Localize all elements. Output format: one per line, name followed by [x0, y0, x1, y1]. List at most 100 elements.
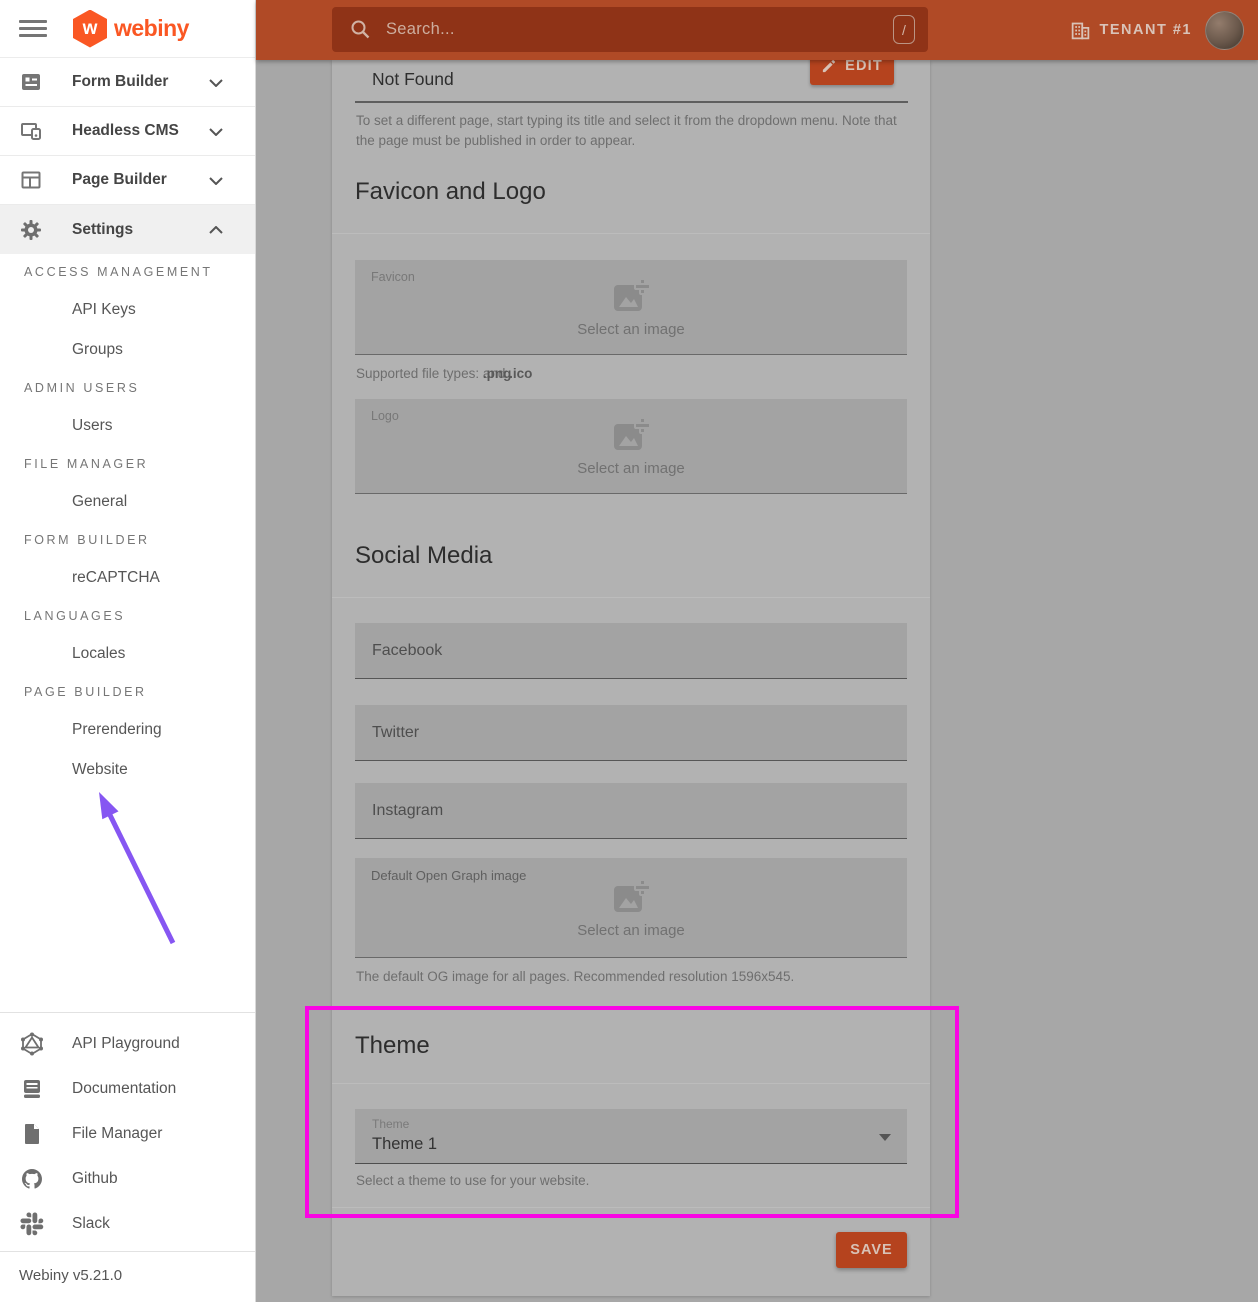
form-builder-icon: [19, 70, 43, 94]
add-image-icon: [611, 415, 651, 453]
sidebar-item-settings[interactable]: Settings: [0, 205, 255, 254]
section-title-theme: Theme: [355, 1032, 430, 1060]
topbar: Search... / TENANT #1: [256, 0, 1258, 60]
instagram-input[interactable]: Instagram: [355, 783, 907, 839]
theme-helper-text: Select a theme to use for your website.: [356, 1173, 589, 1188]
webiny-logo-text: webiny: [114, 15, 189, 42]
file-types-helper: Supported file types: .png and .ico .: [356, 366, 513, 381]
favicon-field-label: Favicon: [371, 270, 415, 284]
submenu-item-general[interactable]: General: [0, 482, 255, 522]
tenant-selector[interactable]: TENANT #1: [1070, 0, 1192, 60]
chevron-down-icon: [209, 128, 223, 136]
slack-icon: [19, 1212, 45, 1236]
github-icon: [19, 1167, 45, 1191]
app-version: Webiny v5.21.0: [0, 1252, 255, 1284]
sidebar-item-label: Slack: [72, 1215, 110, 1233]
page-builder-icon: [19, 168, 43, 192]
twitter-input[interactable]: Twitter: [355, 705, 907, 761]
not-found-helper-text: To set a different page, start typing it…: [356, 111, 902, 152]
sidebar-item-label: Github: [72, 1170, 118, 1188]
submenu-item-groups[interactable]: Groups: [0, 330, 255, 370]
submenu-section-access-management: ACCESS MANAGEMENT: [0, 254, 255, 290]
sidebar-item-file-manager[interactable]: File Manager: [0, 1111, 255, 1156]
file-icon: [19, 1122, 45, 1146]
add-image-icon: [611, 877, 651, 915]
sidebar-header: w webiny: [0, 0, 255, 58]
sidebar-item-slack[interactable]: Slack: [0, 1201, 255, 1246]
submenu-section-page-builder: PAGE BUILDER: [0, 674, 255, 710]
submenu-item-locales[interactable]: Locales: [0, 634, 255, 674]
favicon-image-dropzone[interactable]: Favicon Select an image: [355, 260, 907, 355]
submenu-item-api-keys[interactable]: API Keys: [0, 290, 255, 330]
app-window: w webiny Form Builder Headless CM: [0, 0, 1258, 1302]
headless-cms-icon: [19, 119, 43, 143]
theme-select-label: Theme: [372, 1117, 409, 1131]
select-image-label: Select an image: [577, 460, 685, 477]
graphql-icon: [19, 1032, 45, 1056]
settings-submenu: ACCESS MANAGEMENT API Keys Groups ADMIN …: [0, 254, 255, 790]
sidebar-item-github[interactable]: Github: [0, 1156, 255, 1201]
submenu-item-users[interactable]: Users: [0, 406, 255, 446]
edit-button-label: EDIT: [845, 58, 883, 74]
sidebar-item-label: Page Builder: [72, 171, 167, 189]
og-image-field-label: Default Open Graph image: [371, 868, 526, 883]
add-image-icon: [611, 276, 651, 314]
og-image-dropzone[interactable]: Default Open Graph image Select an image: [355, 858, 907, 958]
submenu-item-website[interactable]: Website: [0, 750, 255, 790]
section-title-favicon-logo: Favicon and Logo: [355, 178, 546, 206]
gear-icon: [19, 218, 43, 242]
sidebar-item-headless-cms[interactable]: Headless CMS: [0, 107, 255, 156]
sidebar-item-label: Headless CMS: [72, 122, 179, 140]
sidebar-item-label: File Manager: [72, 1125, 162, 1143]
avatar[interactable]: [1205, 11, 1244, 50]
sidebar: w webiny Form Builder Headless CM: [0, 0, 256, 1302]
submenu-item-prerendering[interactable]: Prerendering: [0, 710, 255, 750]
sidebar-bottom: API Playground Documentation File Manage…: [0, 1012, 255, 1284]
facebook-input[interactable]: Facebook: [355, 623, 907, 679]
og-helper-text: The default OG image for all pages. Reco…: [356, 969, 794, 984]
not-found-page-value: Not Found: [372, 69, 454, 90]
submenu-section-languages: LANGUAGES: [0, 598, 255, 634]
sidebar-item-label: API Playground: [72, 1035, 180, 1053]
hamburger-menu-icon[interactable]: [19, 16, 47, 41]
submenu-item-recaptcha[interactable]: reCAPTCHA: [0, 558, 255, 598]
main-content: Not Found EDIT To set a different page, …: [256, 60, 1258, 1302]
divider: [332, 597, 930, 598]
divider: [332, 1083, 930, 1084]
webiny-logo[interactable]: w webiny: [73, 10, 189, 48]
sidebar-item-page-builder[interactable]: Page Builder: [0, 156, 255, 205]
chevron-down-icon: [209, 177, 223, 185]
submenu-section-form-builder: FORM BUILDER: [0, 522, 255, 558]
facebook-input-label: Facebook: [372, 642, 442, 660]
instagram-input-label: Instagram: [372, 802, 443, 820]
logo-image-dropzone[interactable]: Logo Select an image: [355, 399, 907, 494]
sidebar-item-label: Form Builder: [72, 73, 168, 91]
search-placeholder: Search...: [386, 20, 455, 39]
save-button[interactable]: SAVE: [836, 1232, 907, 1268]
chevron-up-icon: [209, 226, 223, 234]
sidebar-item-api-playground[interactable]: API Playground: [0, 1021, 255, 1066]
divider: [332, 233, 930, 234]
building-icon: [1070, 20, 1091, 41]
sidebar-item-label: Documentation: [72, 1080, 176, 1098]
section-title-social-media: Social Media: [355, 542, 492, 570]
search-icon: [350, 19, 371, 40]
sidebar-item-form-builder[interactable]: Form Builder: [0, 58, 255, 107]
submenu-section-admin-users: ADMIN USERS: [0, 370, 255, 406]
select-image-label: Select an image: [577, 321, 685, 338]
logo-field-label: Logo: [371, 409, 399, 423]
pencil-icon: [821, 59, 836, 74]
website-settings-card: Not Found EDIT To set a different page, …: [332, 60, 930, 1296]
not-found-page-field[interactable]: Not Found EDIT: [355, 60, 908, 103]
theme-select[interactable]: Theme Theme 1: [355, 1109, 907, 1164]
select-image-label: Select an image: [577, 922, 685, 939]
submenu-section-file-manager: FILE MANAGER: [0, 446, 255, 482]
book-icon: [19, 1077, 45, 1101]
sidebar-item-documentation[interactable]: Documentation: [0, 1066, 255, 1111]
tenant-label: TENANT #1: [1100, 22, 1192, 38]
chevron-down-icon: [209, 79, 223, 87]
search-shortcut-key: /: [893, 15, 915, 44]
sidebar-item-label: Settings: [72, 221, 133, 239]
search-input[interactable]: Search... /: [332, 7, 928, 52]
twitter-input-label: Twitter: [372, 724, 419, 742]
